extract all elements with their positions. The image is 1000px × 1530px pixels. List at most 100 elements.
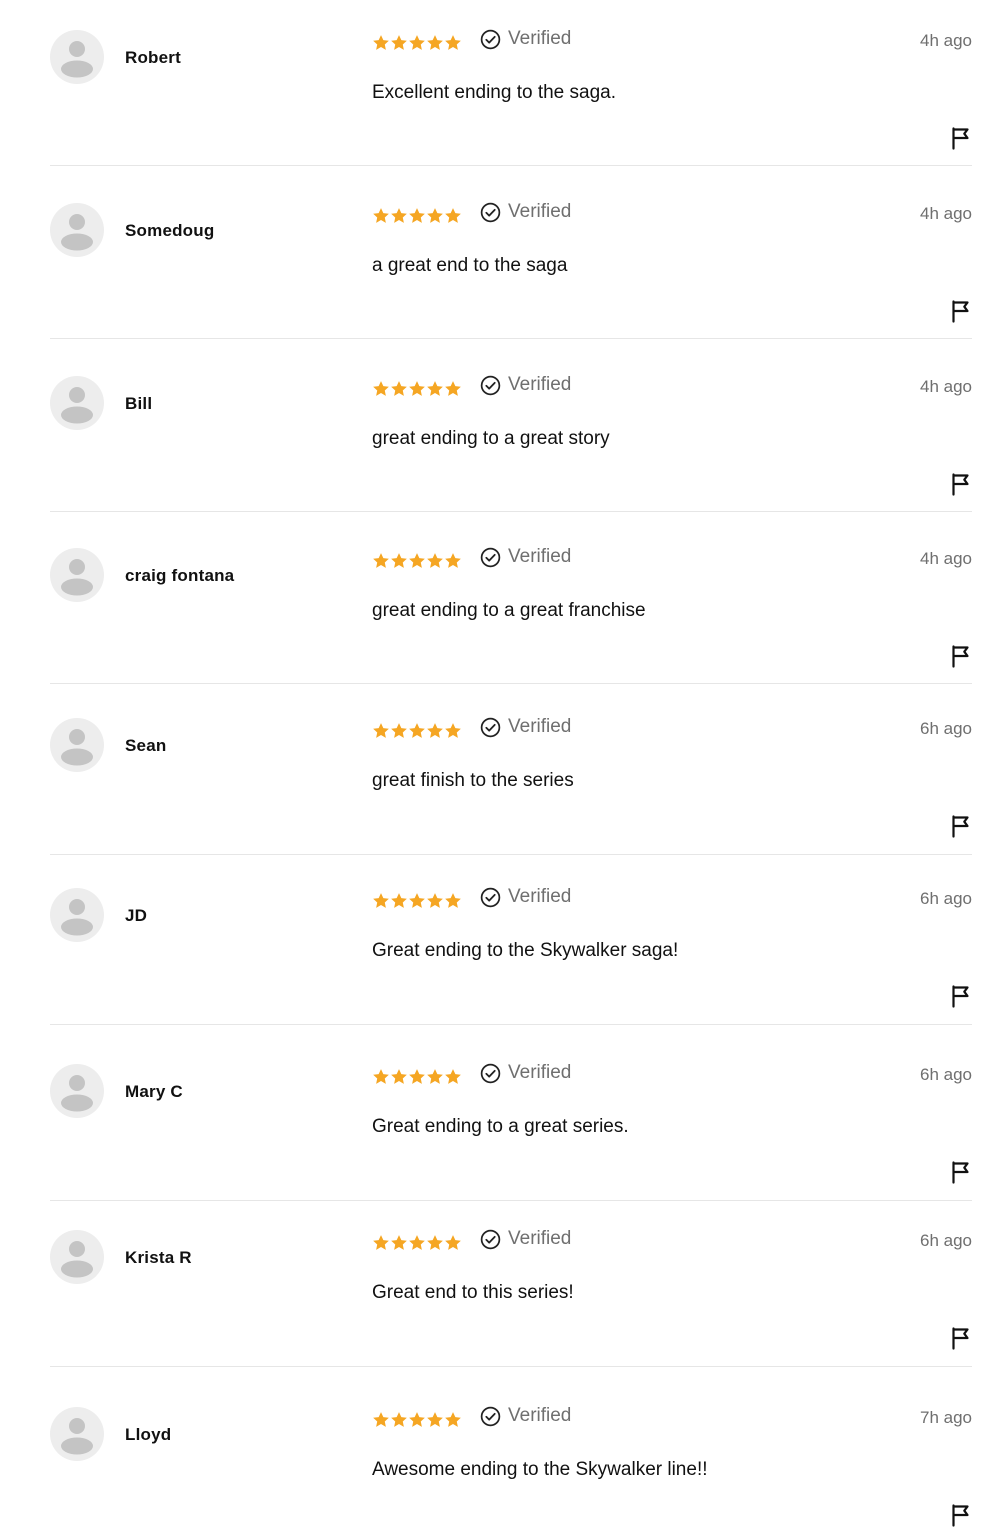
avatar xyxy=(50,376,104,430)
divider xyxy=(50,683,972,684)
star-icon xyxy=(373,893,389,908)
divider xyxy=(50,854,972,855)
review-item: craig fontana Verified 4h ago great endi… xyxy=(50,528,972,684)
avatar xyxy=(50,1407,104,1461)
review-text: Awesome ending to the Skywalker line!! xyxy=(372,1459,708,1480)
verified-badge: Verified xyxy=(480,886,571,908)
star-icon xyxy=(427,1235,443,1250)
flag-icon[interactable] xyxy=(950,1503,972,1527)
flag-icon[interactable] xyxy=(950,814,972,838)
star-icon xyxy=(391,1069,407,1084)
star-icon xyxy=(373,723,389,738)
verified-badge: Verified xyxy=(480,1228,571,1250)
star-rating xyxy=(372,890,462,912)
user-silhouette-icon xyxy=(69,214,85,230)
verified-label: Verified xyxy=(508,201,572,222)
review-item: Mary C Verified 6h ago Great ending to a… xyxy=(50,1044,972,1201)
review-text: great finish to the series xyxy=(372,770,574,791)
verified-badge: Verified xyxy=(480,546,571,568)
star-icon xyxy=(445,381,461,396)
star-icon xyxy=(391,381,407,396)
verified-label: Verified xyxy=(508,1228,572,1249)
review-item: JD Verified 6h ago Great ending to the S… xyxy=(50,868,972,1025)
star-icon xyxy=(373,1069,389,1084)
check-circle-icon xyxy=(480,547,501,568)
star-icon xyxy=(445,208,461,223)
star-rating xyxy=(372,720,462,742)
flag-icon[interactable] xyxy=(950,1160,972,1184)
flag-icon[interactable] xyxy=(950,299,972,323)
user-silhouette-icon xyxy=(69,1075,85,1091)
user-silhouette-icon xyxy=(69,1418,85,1434)
verified-badge: Verified xyxy=(480,716,571,738)
review-text: Great ending to the Skywalker saga! xyxy=(372,940,679,961)
avatar xyxy=(50,548,104,602)
divider xyxy=(50,1200,972,1201)
review-item: Robert Verified 4h ago Excellent ending … xyxy=(50,10,972,166)
check-circle-icon xyxy=(480,202,501,223)
review-timestamp: 4h ago xyxy=(920,204,972,223)
star-icon xyxy=(427,723,443,738)
star-icon xyxy=(409,1235,425,1250)
star-icon xyxy=(409,208,425,223)
star-icon xyxy=(391,1412,407,1427)
verified-label: Verified xyxy=(508,374,572,395)
star-rating xyxy=(372,378,462,400)
star-icon xyxy=(373,35,389,50)
verified-label: Verified xyxy=(508,1405,572,1426)
reviewer-name: craig fontana xyxy=(125,566,235,585)
star-icon xyxy=(391,723,407,738)
star-icon xyxy=(373,381,389,396)
verified-label: Verified xyxy=(508,716,572,737)
check-circle-icon xyxy=(480,1406,501,1427)
star-icon xyxy=(427,553,443,568)
star-rating xyxy=(372,1066,462,1088)
star-rating xyxy=(372,32,462,54)
review-item: Bill Verified 4h ago great ending to a g… xyxy=(50,356,972,512)
flag-icon[interactable] xyxy=(950,472,972,496)
star-icon xyxy=(427,1412,443,1427)
avatar xyxy=(50,1064,104,1118)
star-icon xyxy=(391,1235,407,1250)
divider xyxy=(50,338,972,339)
star-icon xyxy=(373,553,389,568)
flag-icon[interactable] xyxy=(950,1326,972,1350)
star-icon xyxy=(409,1412,425,1427)
reviewer-name: Somedoug xyxy=(125,221,215,240)
verified-badge: Verified xyxy=(480,28,571,50)
review-timestamp: 6h ago xyxy=(920,1231,972,1250)
flag-icon[interactable] xyxy=(950,644,972,668)
star-icon xyxy=(427,1069,443,1084)
verified-badge: Verified xyxy=(480,1405,571,1427)
check-circle-icon xyxy=(480,29,501,50)
review-text: a great end to the saga xyxy=(372,255,568,276)
star-icon xyxy=(427,381,443,396)
avatar xyxy=(50,1230,104,1284)
review-item: Somedoug Verified 4h ago a great end to … xyxy=(50,183,972,339)
star-icon xyxy=(391,553,407,568)
star-icon xyxy=(445,723,461,738)
star-icon xyxy=(445,1412,461,1427)
reviewer-name: Sean xyxy=(125,736,167,755)
review-item: Krista R Verified 6h ago Great end to th… xyxy=(50,1210,972,1367)
check-circle-icon xyxy=(480,717,501,738)
review-timestamp: 4h ago xyxy=(920,377,972,396)
verified-label: Verified xyxy=(508,1062,572,1083)
star-icon xyxy=(427,35,443,50)
star-icon xyxy=(373,1235,389,1250)
flag-icon[interactable] xyxy=(950,126,972,150)
star-rating xyxy=(372,205,462,227)
reviewer-name: Bill xyxy=(125,394,153,413)
star-icon xyxy=(445,553,461,568)
review-text: Excellent ending to the saga. xyxy=(372,82,617,103)
review-text: Great ending to a great series. xyxy=(372,1116,629,1137)
star-rating xyxy=(372,1232,462,1254)
check-circle-icon xyxy=(480,375,501,396)
star-icon xyxy=(427,893,443,908)
star-icon xyxy=(391,893,407,908)
flag-icon[interactable] xyxy=(950,984,972,1008)
avatar xyxy=(50,30,104,84)
star-icon xyxy=(409,893,425,908)
verified-badge: Verified xyxy=(480,1062,571,1084)
verified-badge: Verified xyxy=(480,201,571,223)
